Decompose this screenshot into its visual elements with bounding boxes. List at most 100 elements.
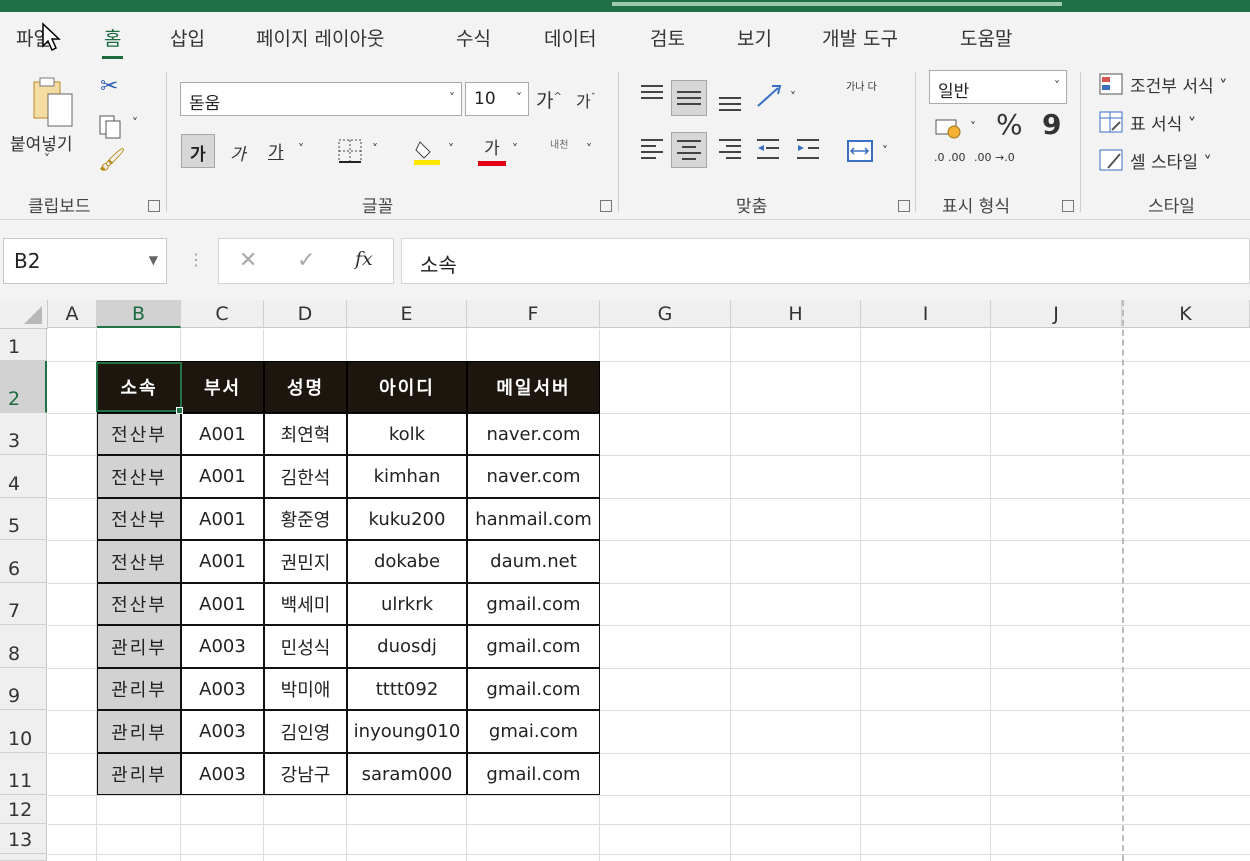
borders-dropdown-icon[interactable]: ˅ [372, 142, 378, 156]
table-cell[interactable]: duosdj [347, 625, 467, 668]
align-bottom-icon[interactable] [716, 86, 744, 114]
table-cell[interactable]: naver.com [467, 455, 600, 498]
table-cell[interactable]: gmail.com [467, 668, 600, 710]
conditional-formatting-button[interactable]: 조건부 서식 ˅ [1130, 72, 1228, 97]
format-as-table-button[interactable]: 표 서식 ˅ [1130, 110, 1196, 135]
merge-center-icon[interactable] [846, 138, 874, 164]
tab-review[interactable]: 검토 [650, 24, 685, 51]
table-header-cell[interactable]: 부서 [181, 361, 264, 413]
table-cell[interactable]: saram000 [347, 753, 467, 795]
paste-button[interactable]: 붙여넣기 [10, 130, 73, 155]
accounting-dropdown-icon[interactable]: ˅ [970, 120, 976, 134]
name-box[interactable]: B2 ▼ [3, 238, 167, 284]
format-as-table-icon[interactable] [1098, 110, 1124, 134]
table-cell[interactable]: 김한석 [264, 455, 347, 498]
table-cell[interactable]: daum.net [467, 540, 600, 583]
row-header[interactable]: 5 [0, 498, 47, 540]
table-cell[interactable]: A003 [181, 668, 264, 710]
row-header[interactable]: 12 [0, 795, 47, 824]
table-cell[interactable]: hanmail.com [467, 498, 600, 540]
table-cell[interactable]: inyoung010 [347, 710, 467, 753]
table-cell[interactable]: gmai.com [467, 710, 600, 753]
phonetic-guide-button[interactable]: 내천 [550, 136, 576, 151]
column-header-c[interactable]: C [181, 300, 264, 328]
table-cell[interactable]: 관리부 [97, 625, 181, 668]
format-painter-icon[interactable]: 🖌 [98, 148, 126, 173]
percent-style-button[interactable]: % [996, 108, 1023, 141]
comma-style-button[interactable]: 9 [1042, 108, 1061, 141]
column-header-i[interactable]: I [861, 300, 991, 328]
fill-color-icon[interactable] [412, 136, 442, 166]
cancel-icon[interactable]: ✕ [239, 248, 257, 273]
increase-decimal-button[interactable]: .0 .00 [934, 152, 966, 164]
underline-button[interactable]: 가 [268, 138, 284, 163]
decrease-decimal-button[interactable]: .00 →.0 [974, 152, 1015, 164]
table-cell[interactable]: 박미애 [264, 668, 347, 710]
row-header[interactable]: 4 [0, 455, 47, 498]
fill-handle[interactable] [176, 407, 183, 414]
row-header[interactable]: 1 [0, 329, 47, 361]
table-cell[interactable]: gmail.com [467, 753, 600, 795]
align-middle-button[interactable] [671, 80, 707, 116]
table-cell[interactable]: gmail.com [467, 625, 600, 668]
tab-view[interactable]: 보기 [737, 24, 772, 51]
table-cell[interactable]: kuku200 [347, 498, 467, 540]
italic-button[interactable]: 가 [230, 140, 246, 165]
table-cell[interactable]: tttt092 [347, 668, 467, 710]
row-header[interactable]: 9 [0, 668, 47, 710]
column-header-g[interactable]: G [600, 300, 731, 328]
table-cell[interactable]: 전산부 [97, 455, 181, 498]
column-header-a[interactable]: A [48, 300, 97, 328]
table-header-cell[interactable]: 성명 [264, 361, 347, 413]
accounting-format-icon[interactable] [934, 116, 964, 140]
tab-formulas[interactable]: 수식 [456, 24, 491, 51]
row-header[interactable]: 10 [0, 710, 47, 753]
borders-icon[interactable] [337, 138, 363, 164]
column-header-j[interactable]: J [991, 300, 1122, 328]
table-cell[interactable]: 전산부 [97, 583, 181, 625]
copy-dropdown-icon[interactable]: ˅ [132, 116, 138, 130]
table-cell[interactable]: 관리부 [97, 753, 181, 795]
table-cell[interactable]: 전산부 [97, 413, 181, 455]
paste-icon[interactable] [30, 74, 78, 130]
table-cell[interactable]: 관리부 [97, 668, 181, 710]
column-header-e[interactable]: E [347, 300, 467, 328]
column-header-k[interactable]: K [1122, 300, 1250, 328]
cut-icon[interactable]: ✂ [100, 74, 118, 99]
row-header[interactable]: 2 [0, 361, 47, 413]
tab-page-layout[interactable]: 페이지 레이아웃 [256, 24, 384, 51]
table-cell[interactable]: A001 [181, 455, 264, 498]
increase-font-size-button[interactable]: 가^ [536, 86, 562, 113]
font-color-button[interactable]: 가 [478, 134, 506, 166]
row-header[interactable]: 7 [0, 583, 47, 625]
column-header-f[interactable]: F [467, 300, 600, 328]
table-cell[interactable]: A003 [181, 753, 264, 795]
table-cell[interactable]: 최연혁 [264, 413, 347, 455]
tab-insert[interactable]: 삽입 [170, 24, 205, 51]
table-cell[interactable]: 백세미 [264, 583, 347, 625]
row-header[interactable]: 8 [0, 625, 47, 668]
table-cell[interactable]: naver.com [467, 413, 600, 455]
column-header-d[interactable]: D [264, 300, 347, 328]
cell-styles-icon[interactable] [1098, 148, 1124, 172]
insert-function-icon[interactable]: fx [355, 248, 373, 270]
tab-developer[interactable]: 개발 도구 [822, 24, 898, 51]
copy-icon[interactable] [98, 114, 124, 140]
tab-data[interactable]: 데이터 [544, 24, 596, 51]
decrease-font-size-button[interactable]: 가ˇ [576, 88, 596, 112]
row-header[interactable]: 11 [0, 753, 47, 795]
row-header[interactable]: 3 [0, 413, 47, 455]
decrease-indent-icon[interactable] [754, 136, 782, 164]
table-cell[interactable]: 강남구 [264, 753, 347, 795]
enter-icon[interactable]: ✓ [297, 248, 315, 273]
conditional-formatting-icon[interactable] [1098, 72, 1124, 96]
font-size-dropdown[interactable]: 10 ˅ [465, 82, 529, 116]
table-cell[interactable]: 황준영 [264, 498, 347, 540]
row-header[interactable]: 6 [0, 540, 47, 583]
table-cell[interactable]: A001 [181, 413, 264, 455]
table-cell[interactable]: dokabe [347, 540, 467, 583]
table-cell[interactable]: gmail.com [467, 583, 600, 625]
cell-styles-button[interactable]: 셀 스타일 ˅ [1130, 148, 1212, 173]
table-cell[interactable]: A001 [181, 540, 264, 583]
row-header[interactable]: 13 [0, 824, 47, 854]
